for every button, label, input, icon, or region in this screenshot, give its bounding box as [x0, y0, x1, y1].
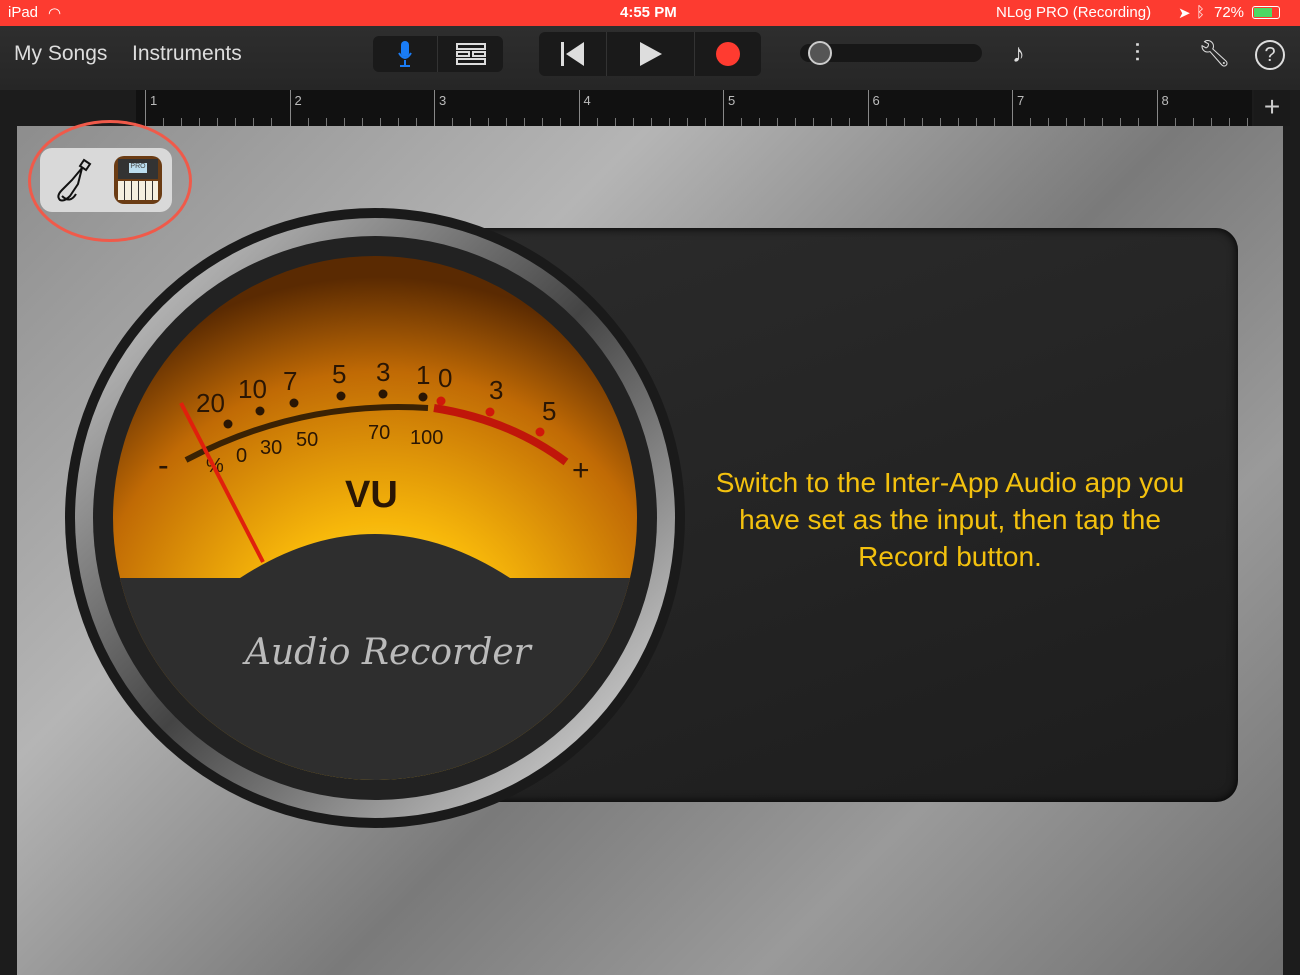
vu-bottom-tick-label: 30 [260, 437, 282, 459]
vu-label: VU [345, 474, 398, 516]
vu-tick-dot [223, 419, 233, 429]
vu-top-tick-label: 5 [542, 396, 556, 426]
brand-script: Audio Recorder [245, 632, 531, 673]
vu-plus-sign: + [572, 454, 590, 487]
vu-top-tick-label: 20 [196, 388, 225, 418]
vu-top-tick-label: 5 [332, 359, 346, 389]
vu-tick-dot [255, 406, 265, 416]
vu-bottom-tick-label: 50 [296, 429, 318, 451]
vu-top-tick-label: 0 [438, 363, 452, 393]
vu-bottom-tick-label: 70 [368, 422, 390, 444]
vu-tick-dot [378, 389, 388, 399]
vu-tick-dot [436, 396, 446, 406]
vu-minus-sign: - [158, 447, 169, 483]
vu-tick-dot [289, 398, 299, 408]
vu-bottom-tick-label: 100 [410, 427, 443, 449]
vu-tick-dot [535, 427, 545, 437]
vu-top-tick-label: 1 [416, 360, 430, 390]
vu-tick-dot [336, 391, 346, 401]
vu-top-tick-label: 7 [283, 366, 297, 396]
vu-bottom-tick-label: 0 [236, 445, 247, 467]
vu-top-tick-label: 3 [489, 375, 503, 405]
vu-tick-dot [485, 407, 495, 417]
vu-meter: 20107531035%0305070100-+ [65, 208, 685, 828]
vu-top-tick-label: 3 [376, 357, 390, 387]
vu-top-tick-label: 10 [238, 374, 267, 404]
vu-tick-dot [418, 392, 428, 402]
